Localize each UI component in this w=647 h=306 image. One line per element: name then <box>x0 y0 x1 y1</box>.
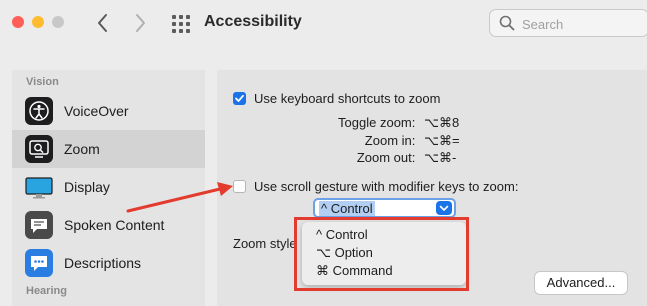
annotation-highlight-box <box>294 217 469 291</box>
chevron-down-icon[interactable] <box>436 201 452 215</box>
zoom-icon <box>25 135 53 163</box>
forward-chevron-icon[interactable] <box>130 11 150 35</box>
keyboard-shortcuts-checkbox[interactable] <box>233 92 246 105</box>
sidebar-item-label: Spoken Content <box>64 217 165 233</box>
sidebar-item-voiceover[interactable]: VoiceOver <box>12 92 205 130</box>
shortcut-zoom-out: Zoom out: ⌥⌘- <box>357 150 468 166</box>
shortcut-label: Zoom out: <box>356 150 416 165</box>
minimize-window-button[interactable] <box>32 16 44 28</box>
close-window-button[interactable] <box>12 16 24 28</box>
modifier-key-value: ^ Control <box>319 201 375 216</box>
shortcut-keys: ⌥⌘8 <box>424 115 460 130</box>
display-icon <box>25 173 53 201</box>
spoken-content-icon <box>25 211 53 239</box>
shortcut-zoom-in: Zoom in: ⌥⌘= <box>365 133 468 149</box>
shortcut-label: Zoom in: <box>364 133 416 148</box>
shortcut-toggle-zoom: Toggle zoom: ⌥⌘8 <box>338 115 468 131</box>
voiceover-icon <box>25 97 53 125</box>
search-field[interactable] <box>489 9 647 37</box>
descriptions-icon <box>25 249 53 277</box>
shortcut-list: Toggle zoom: ⌥⌘8 Zoom in: ⌥⌘= Zoom out: … <box>300 115 468 167</box>
sidebar-item-label: Display <box>64 179 110 195</box>
advanced-button[interactable]: Advanced... <box>535 272 627 294</box>
title-bar: Accessibility <box>0 0 647 50</box>
keyboard-shortcuts-label: Use keyboard shortcuts to zoom <box>254 91 441 106</box>
zoom-style-label: Zoom style <box>233 236 297 251</box>
sidebar-item-zoom[interactable]: Zoom <box>12 130 205 168</box>
zoom-window-button[interactable] <box>52 16 64 28</box>
sidebar-item-descriptions[interactable]: Descriptions <box>12 244 205 282</box>
sidebar-item-label: Zoom <box>64 141 100 157</box>
window-title: Accessibility <box>204 13 302 30</box>
shortcut-keys: ⌥⌘= <box>424 133 460 148</box>
sidebar-heading-hearing: Hearing <box>26 285 67 297</box>
shortcut-keys: ⌥⌘- <box>424 150 457 165</box>
scroll-gesture-label: Use scroll gesture with modifier keys to… <box>254 179 519 194</box>
search-icon <box>499 15 515 31</box>
search-input[interactable] <box>520 14 634 34</box>
modifier-key-popup[interactable]: ^ Control <box>313 198 456 218</box>
sidebar-item-label: VoiceOver <box>64 103 129 119</box>
show-all-grid-icon[interactable] <box>172 15 190 33</box>
sidebar-item-label: Descriptions <box>64 255 142 271</box>
shortcut-label: Toggle zoom: <box>338 115 416 130</box>
sidebar-heading-vision: Vision <box>26 76 59 88</box>
annotation-arrow-icon <box>126 182 233 213</box>
back-chevron-icon[interactable] <box>93 11 113 35</box>
checkmark-icon <box>235 94 244 102</box>
